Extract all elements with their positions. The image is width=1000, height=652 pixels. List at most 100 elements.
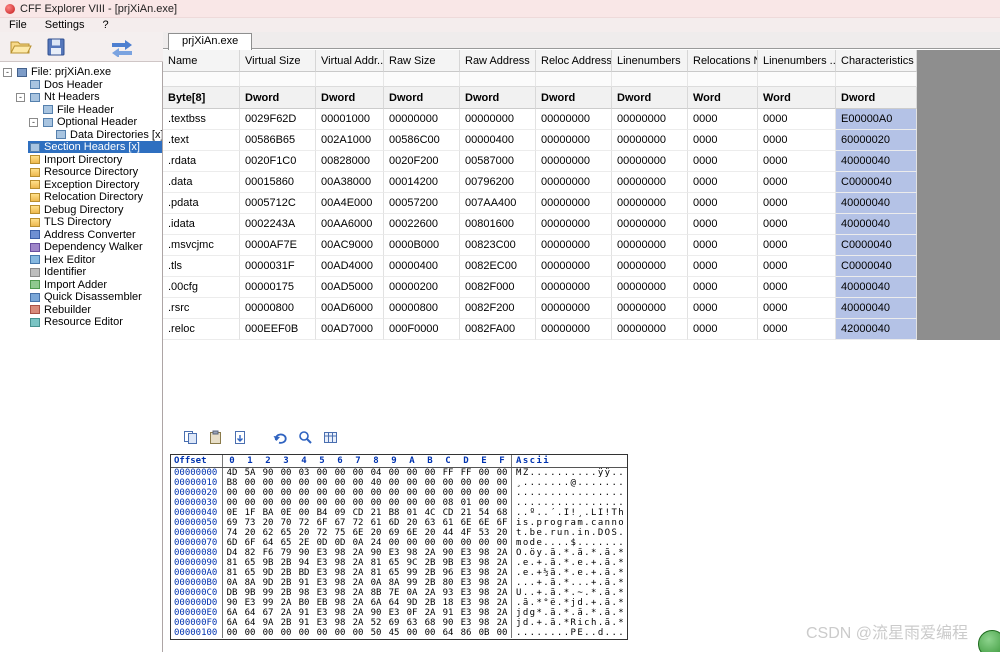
section-value-cell[interactable]: 0000	[758, 193, 836, 214]
hex-byte-cell[interactable]: 2B	[277, 578, 295, 588]
hex-byte-cell[interactable]: 91	[295, 618, 313, 628]
hex-byte-cell[interactable]: 81	[223, 568, 241, 578]
hex-byte-cell[interactable]: 0A	[223, 578, 241, 588]
hex-byte-cell[interactable]: 90	[367, 548, 385, 558]
hex-byte-cell[interactable]: 2A	[493, 588, 511, 598]
hex-byte-cell[interactable]: 00	[259, 488, 277, 498]
tree-item-tls-directory[interactable]: TLS Directory	[0, 216, 162, 229]
hex-byte-cell[interactable]: 86	[457, 628, 475, 638]
hex-byte-cell[interactable]: 69	[385, 618, 403, 628]
hex-byte-cell[interactable]: 81	[367, 568, 385, 578]
hex-byte-cell[interactable]: 00	[313, 628, 331, 638]
section-value-cell[interactable]: 0000	[758, 151, 836, 172]
hex-byte-cell[interactable]: 65	[385, 558, 403, 568]
hex-byte-cell[interactable]: 2B	[277, 618, 295, 628]
hex-byte-cell[interactable]: E3	[457, 608, 475, 618]
hex-byte-cell[interactable]: 18	[439, 598, 457, 608]
hex-byte-cell[interactable]: 2A	[421, 548, 439, 558]
hex-ascii-cell[interactable]: mode....$.......	[511, 538, 625, 548]
section-value-cell[interactable]: 0000	[758, 172, 836, 193]
hex-byte-cell[interactable]: 7E	[385, 588, 403, 598]
hex-ascii-cell[interactable]: t.be.run.in.DOS.	[511, 528, 625, 538]
section-value-cell[interactable]: 00015860	[240, 172, 316, 193]
hex-byte-cell[interactable]: 20	[421, 528, 439, 538]
section-value-cell[interactable]: 00801600	[460, 214, 536, 235]
section-value-cell[interactable]: 60000020	[836, 130, 917, 151]
columns-icon[interactable]	[323, 430, 338, 445]
section-value-cell[interactable]: 00AD4000	[316, 256, 384, 277]
section-value-cell[interactable]: 0082F200	[460, 298, 536, 319]
hex-byte-cell[interactable]: 54	[475, 508, 493, 518]
hex-byte-cell[interactable]: 98	[475, 558, 493, 568]
section-value-cell[interactable]: 00000200	[384, 277, 460, 298]
hex-byte-cell[interactable]: 65	[277, 528, 295, 538]
hex-byte-cell[interactable]: 72	[295, 518, 313, 528]
hex-ascii-cell[interactable]: .e.+.ã.*.e.+.ã.*	[511, 558, 625, 568]
section-value-cell[interactable]: 00AC9000	[316, 235, 384, 256]
hex-byte-cell[interactable]: 00	[421, 488, 439, 498]
hex-byte-cell[interactable]: 00	[493, 488, 511, 498]
hex-byte-cell[interactable]: 91	[295, 608, 313, 618]
section-value-cell[interactable]: 0005712C	[240, 193, 316, 214]
hex-byte-cell[interactable]: 5A	[241, 468, 259, 478]
hex-byte-cell[interactable]: 20	[367, 528, 385, 538]
hex-byte-cell[interactable]: E3	[457, 558, 475, 568]
section-value-cell[interactable]: 0020F200	[384, 151, 460, 172]
hex-byte-cell[interactable]: 00	[331, 488, 349, 498]
hex-byte-cell[interactable]: 00	[241, 498, 259, 508]
tree-item-dependency-walker[interactable]: Dependency Walker	[0, 241, 162, 254]
hex-byte-cell[interactable]: 64	[241, 618, 259, 628]
tree-item-debug-directory[interactable]: Debug Directory	[0, 204, 162, 217]
section-value-cell[interactable]: 0000	[758, 214, 836, 235]
hex-byte-cell[interactable]: 00	[493, 468, 511, 478]
section-value-cell[interactable]: 0000	[758, 109, 836, 130]
hex-byte-cell[interactable]: 00	[457, 478, 475, 488]
section-value-cell[interactable]: 00000000	[612, 193, 688, 214]
hex-byte-cell[interactable]: 00	[349, 498, 367, 508]
section-value-cell[interactable]: 00057200	[384, 193, 460, 214]
tree-item-resource-directory[interactable]: Resource Directory	[0, 166, 162, 179]
hex-byte-cell[interactable]: 00	[349, 628, 367, 638]
tree-item-file-header[interactable]: File Header	[0, 104, 162, 117]
section-value-cell[interactable]: 0082FA00	[460, 319, 536, 340]
hex-byte-cell[interactable]: 93	[439, 588, 457, 598]
section-name-cell[interactable]: .data	[163, 172, 240, 193]
column-header-characteristics[interactable]: Characteristics	[836, 50, 917, 72]
hex-byte-cell[interactable]: 72	[349, 518, 367, 528]
translate-icon[interactable]	[109, 37, 135, 57]
hex-byte-cell[interactable]: 2A	[493, 558, 511, 568]
menu-item-file[interactable]: File	[0, 18, 36, 32]
hex-byte-cell[interactable]: 2B	[421, 598, 439, 608]
hex-byte-cell[interactable]: 6A	[223, 618, 241, 628]
hex-byte-cell[interactable]: E3	[241, 598, 259, 608]
column-header-linenumbers[interactable]: Linenumbers	[612, 50, 688, 72]
hex-byte-cell[interactable]: 00	[313, 478, 331, 488]
section-value-cell[interactable]: 00000000	[536, 235, 612, 256]
section-value-cell[interactable]: 002A1000	[316, 130, 384, 151]
hex-byte-cell[interactable]: 99	[259, 598, 277, 608]
hex-byte-cell[interactable]: 9D	[259, 578, 277, 588]
hex-byte-cell[interactable]: 00	[313, 468, 331, 478]
hex-byte-cell[interactable]: 61	[367, 518, 385, 528]
hex-byte-cell[interactable]: 94	[295, 558, 313, 568]
hex-byte-cell[interactable]: 00	[403, 498, 421, 508]
hex-byte-cell[interactable]: 00	[241, 488, 259, 498]
section-value-cell[interactable]: 00828000	[316, 151, 384, 172]
hex-byte-cell[interactable]: 00	[331, 478, 349, 488]
section-value-cell[interactable]: 00022600	[384, 214, 460, 235]
column-header-relocations-n[interactable]: Relocations N...	[688, 50, 758, 72]
hex-byte-cell[interactable]: 0B	[475, 628, 493, 638]
hex-byte-cell[interactable]: 69	[223, 518, 241, 528]
hex-byte-cell[interactable]: 00	[349, 468, 367, 478]
section-value-cell[interactable]: 0000	[758, 235, 836, 256]
tree-item-address-converter[interactable]: Address Converter	[0, 229, 162, 242]
hex-byte-cell[interactable]: 20	[295, 528, 313, 538]
section-value-cell[interactable]: E00000A0	[836, 109, 917, 130]
hex-byte-cell[interactable]: 6F	[493, 518, 511, 528]
hex-byte-cell[interactable]: EB	[313, 598, 331, 608]
hex-byte-cell[interactable]: 91	[295, 578, 313, 588]
hex-byte-cell[interactable]: 6F	[313, 518, 331, 528]
hex-byte-cell[interactable]: 2A	[349, 608, 367, 618]
section-value-cell[interactable]: 0000	[688, 235, 758, 256]
section-value-cell[interactable]: 0000	[688, 256, 758, 277]
